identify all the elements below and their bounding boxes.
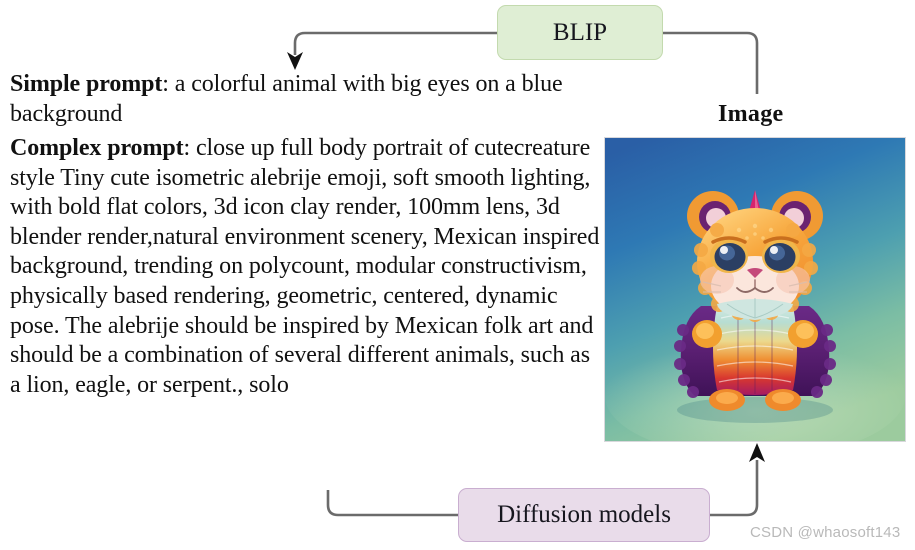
node-diffusion-models-label: Diffusion models xyxy=(497,501,671,528)
simple-prompt-text: Simple prompt: a colorful animal with bi… xyxy=(10,70,600,129)
arrowhead-diffusion-to-image xyxy=(749,443,765,462)
complex-prompt-text: Complex prompt: close up full body portr… xyxy=(10,134,600,400)
complex-prompt-label: Complex prompt xyxy=(10,135,184,161)
connector-prompt-to-diffusion xyxy=(326,490,458,517)
node-diffusion-models[interactable]: Diffusion models xyxy=(458,488,710,542)
csdn-watermark: CSDN @whaosoft143 xyxy=(750,524,901,541)
figure-root: Simple prompt: a colorful animal with bi… xyxy=(0,0,915,550)
connector-image-to-blip xyxy=(663,31,759,94)
complex-prompt-body: close up full body portrait of cutecreat… xyxy=(10,135,600,398)
connector-diffusion-to-image xyxy=(710,460,759,517)
simple-prompt-label: Simple prompt xyxy=(10,71,163,97)
generated-image xyxy=(604,137,906,442)
node-blip-label: BLIP xyxy=(552,18,608,46)
simple-prompt-separator: : xyxy=(162,71,175,97)
arrowhead-blip-to-prompt xyxy=(287,52,303,70)
node-blip[interactable]: BLIP xyxy=(497,5,663,60)
connector-blip-to-prompt xyxy=(293,31,497,55)
complex-prompt-separator: : xyxy=(183,135,196,161)
image-panel-label: Image xyxy=(718,101,784,127)
